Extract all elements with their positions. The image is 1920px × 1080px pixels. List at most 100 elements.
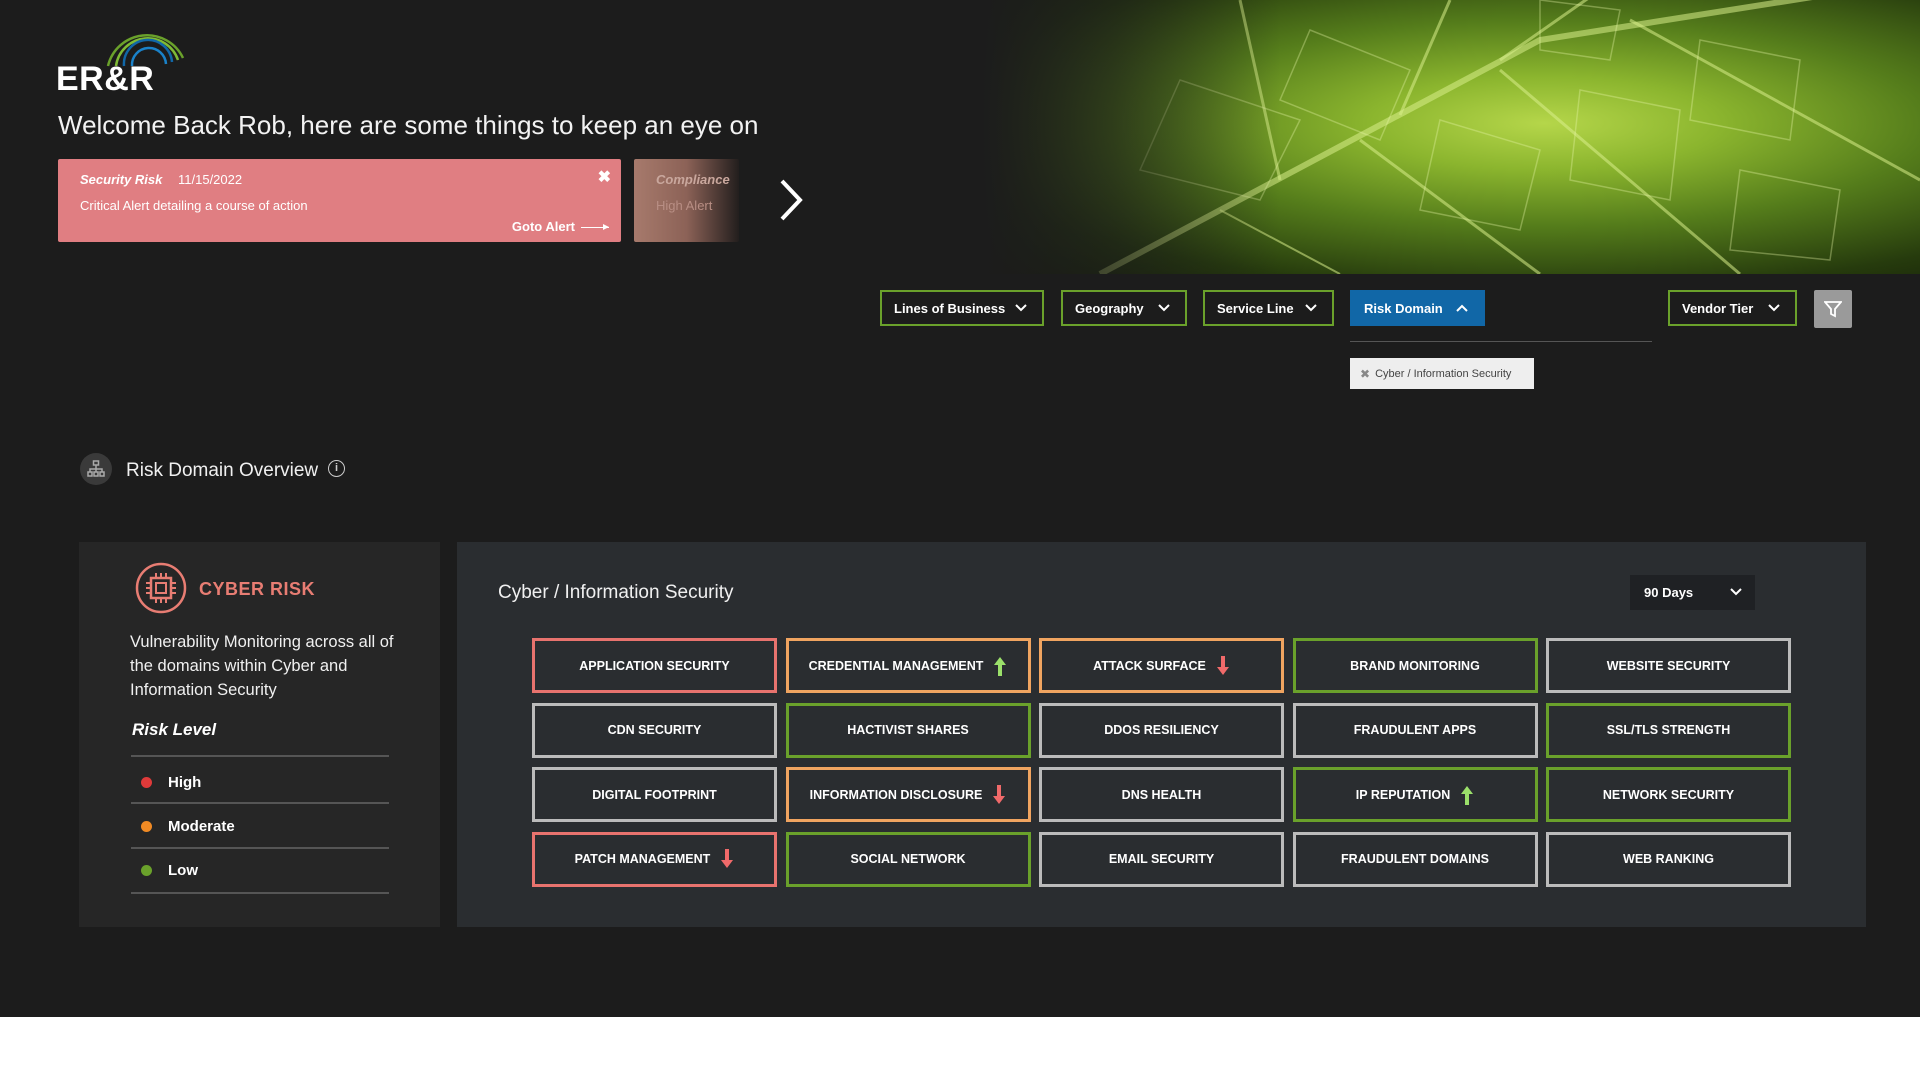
domain-tile[interactable]: Email Security [1039, 831, 1284, 887]
risk-level-text: High [168, 774, 202, 791]
arrow-up-icon [1461, 785, 1474, 805]
chip-cpu-icon [135, 562, 187, 614]
app-root: ER&R Welcome Back Rob, here are some thi… [0, 0, 1920, 1017]
chevron-down-icon [1768, 304, 1780, 312]
chevron-down-icon [1015, 304, 1027, 312]
info-icon[interactable]: i [328, 460, 345, 477]
alert-message: Critical Alert detailing a course of act… [80, 198, 308, 213]
tile-label: Digital Footprint [592, 787, 717, 802]
domain-tile[interactable]: Hactivist Shares [785, 702, 1031, 758]
tile-label: Email Security [1108, 852, 1215, 866]
alert-type: Compliance [656, 172, 730, 187]
filter-label: Geography [1075, 300, 1144, 316]
period-value: 90 Days [1644, 585, 1694, 600]
arrow-down-icon [721, 849, 734, 868]
domain-tile[interactable]: Information Disclosure [785, 767, 1031, 822]
logo-text: ER&R [56, 60, 155, 98]
tile-label: Application Security [579, 658, 730, 673]
domain-tile[interactable]: Website Security [1546, 638, 1791, 693]
tile-label: Patch Management [574, 852, 711, 866]
filter-divider [1350, 341, 1652, 342]
domain-tile[interactable]: IP Reputation [1292, 767, 1538, 822]
domain-tile[interactable]: Credential Management [785, 638, 1031, 693]
tile-label: Hactivist Shares [847, 723, 969, 737]
domain-tiles-panel: Cyber / Information Security 90 Days App… [457, 542, 1866, 927]
tile-label: Fraudulent Domains [1341, 852, 1489, 866]
domain-tile[interactable]: Web Ranking [1546, 831, 1791, 887]
domain-tile[interactable]: Network Security [1546, 767, 1791, 822]
overview-title: Risk Domain Overview [126, 460, 319, 481]
arrow-down-icon [1216, 655, 1229, 675]
selected-filter-chip[interactable]: ✖ Cyber / Information Security [1350, 358, 1534, 389]
tile-label: Credential Management [808, 658, 984, 673]
alert-card-compliance[interactable]: Compliance High Alert [634, 159, 739, 242]
alert-date: 11/15/2022 [178, 172, 243, 187]
goto-alert-link[interactable]: Goto Alert [512, 219, 609, 234]
filter-funnel-button[interactable] [1814, 290, 1852, 328]
cyber-risk-description: Vulnerability Monitoring across all of t… [130, 633, 394, 699]
risk-level-label: Risk Level [132, 720, 217, 739]
risk-level-high: High [141, 774, 201, 791]
status-dot [141, 821, 152, 832]
chevron-down-icon [1305, 304, 1317, 312]
arrow-right-icon [581, 224, 609, 231]
domain-tile[interactable]: SSL/TLS Strength [1546, 702, 1791, 758]
filter-lines-of-business[interactable]: Lines of Business [880, 290, 1044, 326]
filter-vendor-tier[interactable]: Vendor Tier [1668, 290, 1797, 326]
welcome-message: Welcome Back Rob, here are some things t… [58, 110, 759, 140]
chip-label: Cyber / Information Security [1375, 367, 1512, 380]
tile-label: Fraudulent Apps [1353, 723, 1477, 737]
tile-label: Website Security [1606, 658, 1731, 673]
chevron-down-icon [1730, 588, 1742, 596]
cyber-risk-panel: CYBER RISK Vulnerability Monitoring acro… [79, 542, 440, 927]
domain-tile[interactable]: Digital Footprint [532, 767, 777, 822]
close-icon[interactable]: ✖ [1360, 367, 1370, 381]
divider [131, 892, 389, 894]
status-dot [141, 865, 152, 876]
filter-service-line[interactable]: Service Line [1203, 290, 1334, 326]
domain-tile[interactable]: Application Security [532, 638, 777, 693]
filter-risk-domain[interactable]: Risk Domain [1350, 290, 1485, 326]
domain-tile[interactable]: CDN Security [532, 702, 777, 758]
divider [131, 847, 389, 849]
filter-label: Vendor Tier [1682, 300, 1754, 316]
tile-label: Social Network [850, 852, 966, 866]
risk-level-text: Moderate [168, 818, 235, 835]
tile-label: Web Ranking [1623, 852, 1714, 866]
alert-card-security[interactable]: Security Risk 11/15/2022 Critical Alert … [58, 159, 621, 242]
domain-tile[interactable]: Brand Monitoring [1292, 638, 1538, 693]
chevron-up-icon [1456, 304, 1468, 312]
tile-label: Information Disclosure [809, 787, 983, 802]
brand-logo[interactable]: ER&R [56, 18, 186, 98]
domain-tile[interactable]: Patch Management [532, 831, 777, 887]
status-dot [141, 777, 152, 788]
divider [131, 802, 389, 804]
risk-level-text: Low [168, 862, 198, 879]
domain-tile[interactable]: Fraudulent Domains [1292, 831, 1538, 887]
arrow-up-icon [994, 656, 1007, 676]
close-icon[interactable]: ✖ [598, 167, 611, 187]
period-select[interactable]: 90 Days [1630, 575, 1755, 610]
domain-tile[interactable]: Attack Surface [1039, 638, 1284, 693]
tile-label: IP Reputation [1355, 787, 1451, 802]
domain-tile[interactable]: DNS Health [1039, 767, 1284, 822]
domain-tile[interactable]: DDOS Resiliency [1039, 702, 1284, 758]
domain-tile[interactable]: Fraudulent Apps [1292, 702, 1538, 758]
goto-alert-label: Goto Alert [511, 219, 575, 234]
divider [131, 755, 389, 757]
hierarchy-icon [80, 453, 112, 485]
chevron-right-icon[interactable] [770, 175, 810, 225]
filter-label: Lines of Business [894, 300, 1006, 316]
tile-label: CDN Security [607, 723, 702, 737]
risk-level-low: Low [141, 862, 198, 879]
tile-label: DDOS Resiliency [1104, 723, 1219, 737]
filter-geography[interactable]: Geography [1061, 290, 1187, 326]
tile-label: DNS Health [1121, 787, 1202, 802]
chevron-down-icon [1158, 304, 1170, 312]
arrow-down-icon [993, 784, 1006, 804]
alert-message: High Alert [656, 198, 713, 213]
tile-label: Network Security [1602, 787, 1735, 802]
cyber-risk-title: CYBER RISK [199, 579, 316, 599]
filter-label: Service Line [1217, 300, 1294, 316]
domain-tile[interactable]: Social Network [785, 831, 1031, 887]
